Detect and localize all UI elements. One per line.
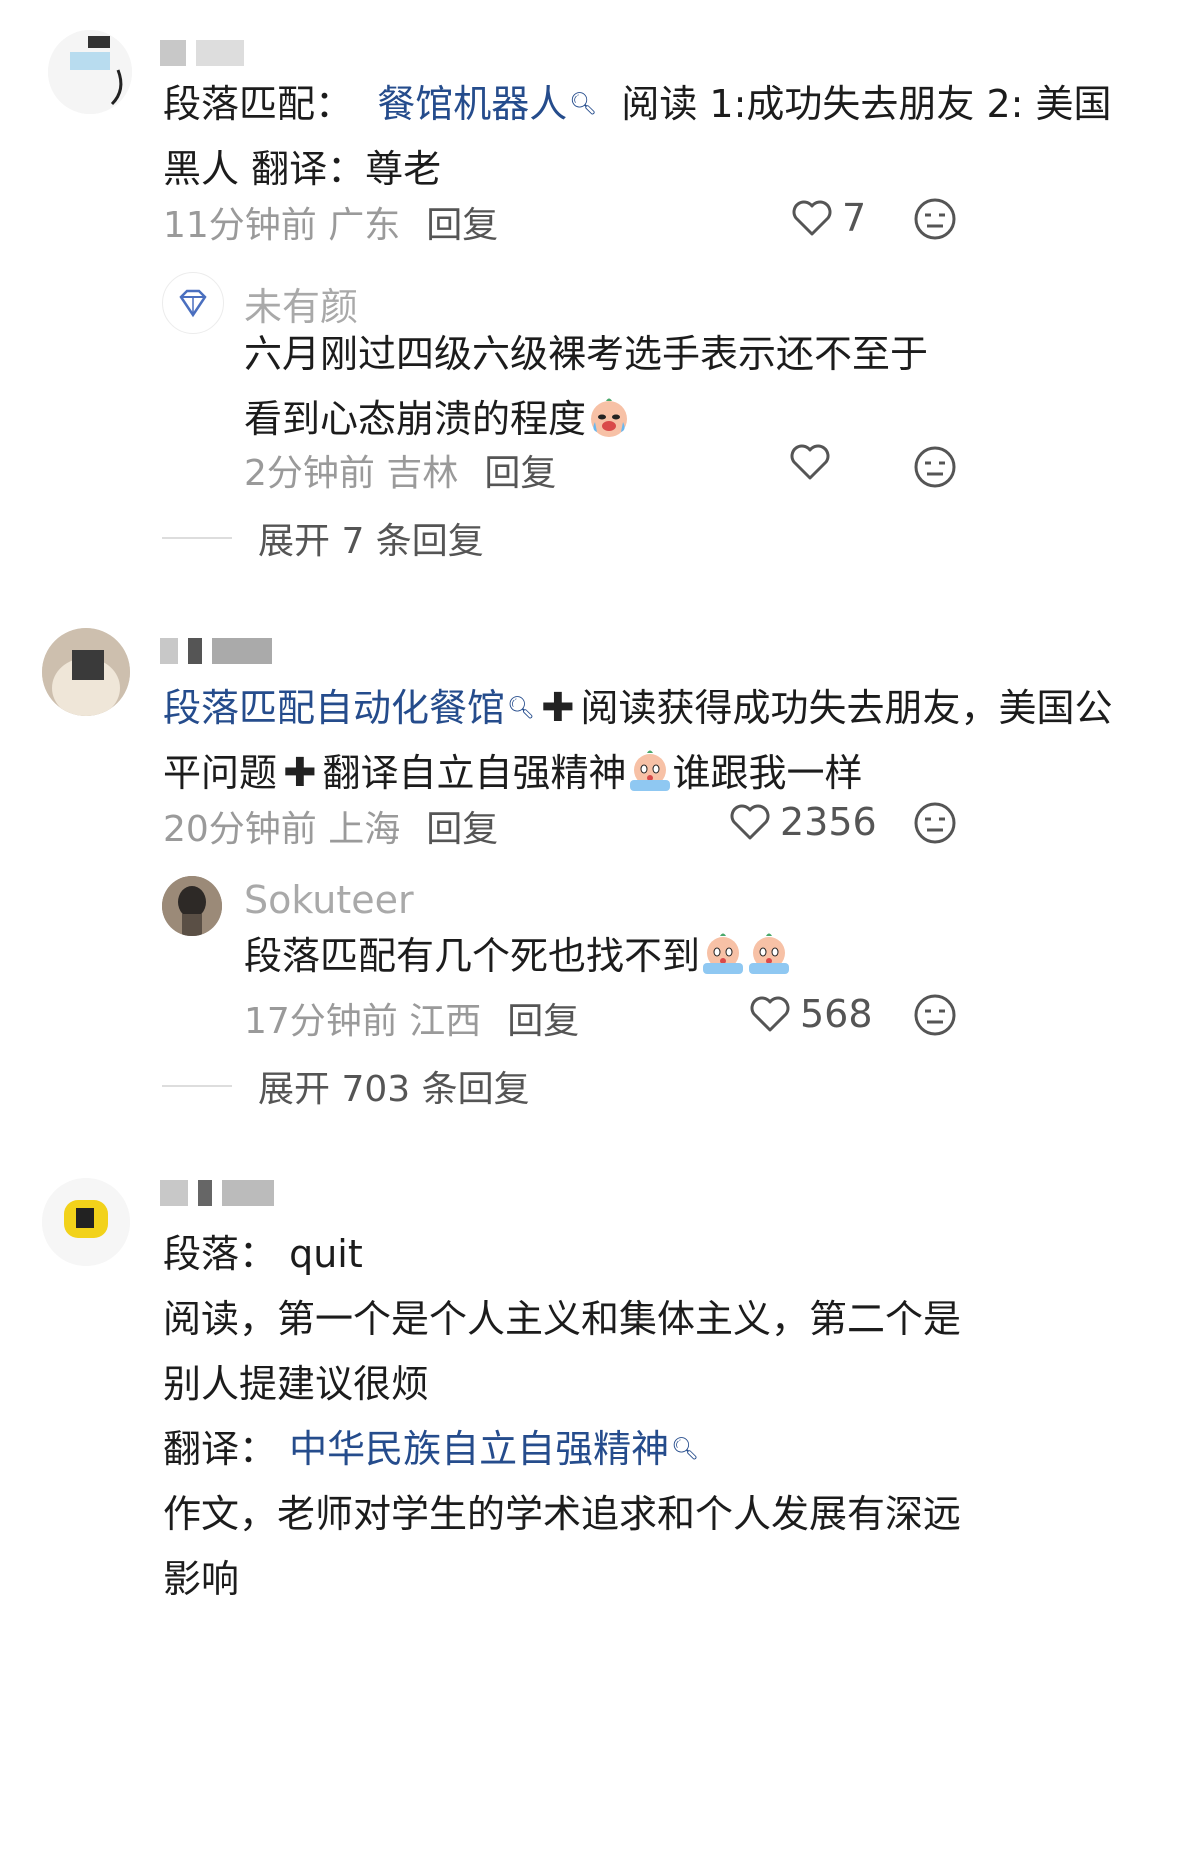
sub-reply-text: 段落匹配有几个死也找不到	[244, 924, 964, 989]
like-count: 7	[842, 196, 867, 240]
line-essay: 作文，老师对学生的学术追求和个人发展有深远影响	[163, 1492, 962, 1601]
dislike-face-icon[interactable]	[912, 196, 958, 242]
line-paragraph: 段落： quit	[163, 1232, 363, 1276]
search-icon: 🔍︎	[569, 92, 598, 117]
line-translation: 翻译： 中华民族自立自强精神🔍︎	[163, 1427, 700, 1471]
sub-meta: 17分钟前 江西 回复	[244, 992, 579, 1044]
reply-button[interactable]: 回复	[484, 453, 556, 494]
crying-emoji-icon	[703, 933, 744, 974]
like-button[interactable]	[790, 444, 840, 480]
heart-icon	[750, 996, 790, 1032]
username-blurred[interactable]	[160, 40, 254, 66]
crying-emoji-icon	[629, 750, 670, 791]
like-count: 568	[800, 992, 873, 1036]
comment-meta: 11分钟前 广东 回复	[163, 196, 498, 248]
sub-avatar[interactable]	[162, 272, 224, 334]
sub-reply-text: 六月刚过四级六级裸考选手表示还不至于看到心态崩溃的程度	[244, 332, 929, 441]
search-icon: 🔍︎	[671, 1437, 700, 1462]
time-location: 17分钟前 江西	[244, 1001, 482, 1042]
avatar-image	[42, 1178, 130, 1266]
expand-label: 展开 703 条回复	[258, 1069, 530, 1110]
divider	[162, 537, 232, 539]
search-link[interactable]: 段落匹配自动化餐馆🔍︎	[163, 686, 535, 730]
heart-icon	[792, 200, 832, 236]
like-button[interactable]: 7	[792, 196, 866, 240]
divider	[162, 1085, 232, 1087]
diamond-icon	[179, 289, 207, 318]
time-location: 2分钟前 吉林	[244, 453, 459, 494]
comment-text: 段落匹配： 餐馆机器人🔍︎ 阅读 1:成功失去朋友 2: 美国黑人 翻译：尊老	[163, 82, 1112, 191]
plus-icon: ✚	[283, 750, 317, 796]
expand-label: 展开 7 条回复	[258, 521, 484, 562]
expand-replies-button[interactable]: 展开 7 条回复	[162, 512, 484, 564]
expand-replies-button[interactable]: 展开 703 条回复	[162, 1060, 530, 1112]
avatar[interactable]	[48, 30, 132, 114]
search-icon: 🔍︎	[507, 696, 535, 721]
plus-icon: ✚	[540, 685, 575, 731]
dislike-face-icon[interactable]	[912, 444, 958, 490]
avatar[interactable]	[42, 628, 130, 716]
time-location: 11分钟前 广东	[163, 205, 401, 246]
sub-username[interactable]: Sokuteer	[244, 878, 414, 922]
sub-avatar[interactable]	[162, 876, 222, 936]
username-blurred[interactable]	[160, 638, 282, 664]
avatar-image	[162, 876, 222, 936]
like-count: 2356	[780, 800, 877, 844]
like-button[interactable]: 2356	[730, 800, 877, 844]
like-button[interactable]: 568	[750, 992, 873, 1036]
avatar[interactable]	[42, 1178, 130, 1266]
avatar-image	[42, 628, 130, 716]
search-link[interactable]: 中华民族自立自强精神🔍︎	[289, 1427, 699, 1471]
dislike-face-icon[interactable]	[912, 800, 958, 846]
reply-button[interactable]: 回复	[426, 809, 498, 850]
heart-icon	[790, 444, 830, 480]
time-location: 20分钟前 上海	[163, 809, 401, 850]
comment-text: 段落： quit 阅读，第一个是个人主义和集体主义，第二个是别人提建议很烦 翻译…	[163, 1222, 963, 1612]
crying-emoji-icon	[591, 398, 628, 437]
username-blurred[interactable]	[160, 1180, 284, 1206]
reply-button[interactable]: 回复	[507, 1001, 579, 1042]
heart-icon	[730, 804, 770, 840]
avatar-image	[48, 30, 132, 114]
crying-emoji-icon	[749, 933, 790, 974]
search-link[interactable]: 餐馆机器人🔍︎	[377, 82, 597, 126]
reply-button[interactable]: 回复	[426, 205, 498, 246]
dislike-face-icon[interactable]	[912, 992, 958, 1038]
comment-text: 段落匹配自动化餐馆🔍︎ ✚ 阅读获得成功失去朋友，美国公平问题 ✚ 翻译自立自强精神 谁跟…	[163, 685, 1113, 796]
line-reading: 阅读，第一个是个人主义和集体主义，第二个是别人提建议很烦	[163, 1297, 962, 1406]
sub-meta: 2分钟前 吉林 回复	[244, 444, 556, 496]
comment-meta: 20分钟前 上海 回复	[163, 800, 498, 852]
